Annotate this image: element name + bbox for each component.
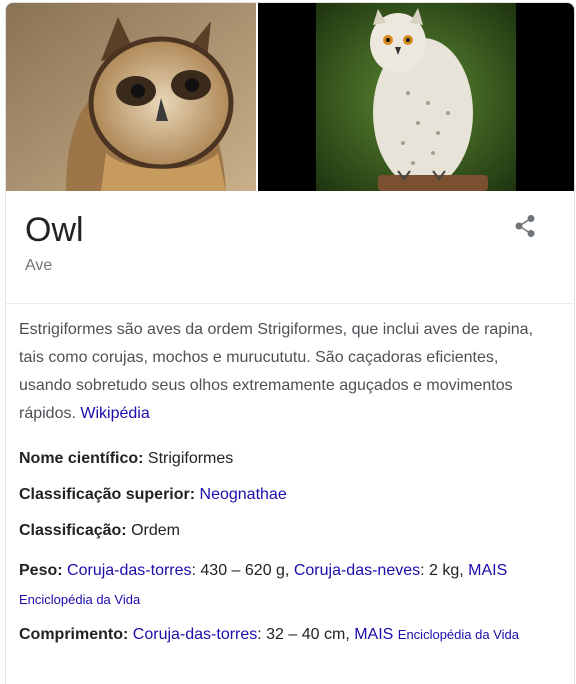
image-strip (6, 3, 574, 191)
wikipedia-link[interactable]: Wikipédia (80, 405, 149, 422)
fact-value: Strigiformes (147, 450, 234, 467)
length-more-link[interactable]: MAIS (354, 626, 393, 643)
share-icon (515, 215, 535, 237)
fact-classification: Classificação: Ordem (19, 519, 549, 543)
fact-label: Peso: (19, 562, 63, 579)
neognathae-link[interactable]: Neognathae (200, 486, 287, 503)
owl-image-left[interactable] (6, 3, 256, 191)
length-value-1: : 32 – 40 cm, (257, 626, 355, 643)
fact-length: Comprimento: Coruja-das-torres: 32 – 40 … (19, 620, 549, 649)
fact-label: Classificação: (19, 522, 127, 539)
length-species-link-1[interactable]: Coruja-das-torres (133, 626, 257, 643)
fact-weight: Peso: Coruja-das-torres: 430 – 620 g, Co… (19, 556, 549, 614)
share-button[interactable] (510, 211, 540, 241)
weight-species-link-1[interactable]: Coruja-das-torres (67, 562, 191, 579)
fact-scientific-name: Nome científico: Strigiformes (19, 447, 549, 471)
fact-value: Ordem (131, 522, 180, 539)
entity-subtitle: Ave (25, 257, 53, 274)
entity-description: Estrigiformes são aves da ordem Strigifo… (19, 316, 554, 428)
owl-image-right[interactable] (258, 3, 574, 191)
weight-more-link[interactable]: MAIS (468, 562, 507, 579)
weight-species-link-2[interactable]: Coruja-das-neves (294, 562, 420, 579)
fact-label: Comprimento: (19, 626, 129, 643)
weight-value-2: : 2 kg, (420, 562, 464, 579)
fact-label: Nome científico: (19, 450, 144, 467)
weight-value-1: : 430 – 620 g, (191, 562, 294, 579)
entity-title: Owl (25, 211, 84, 249)
weight-source-link[interactable]: Enciclopédia da Vida (19, 592, 140, 607)
panel-header: Owl Ave (6, 191, 574, 304)
fact-label: Classificação superior: (19, 486, 196, 503)
fact-superior-class: Classificação superior: Neognathae (19, 483, 549, 507)
length-source-link[interactable]: Enciclopédia da Vida (398, 627, 519, 642)
